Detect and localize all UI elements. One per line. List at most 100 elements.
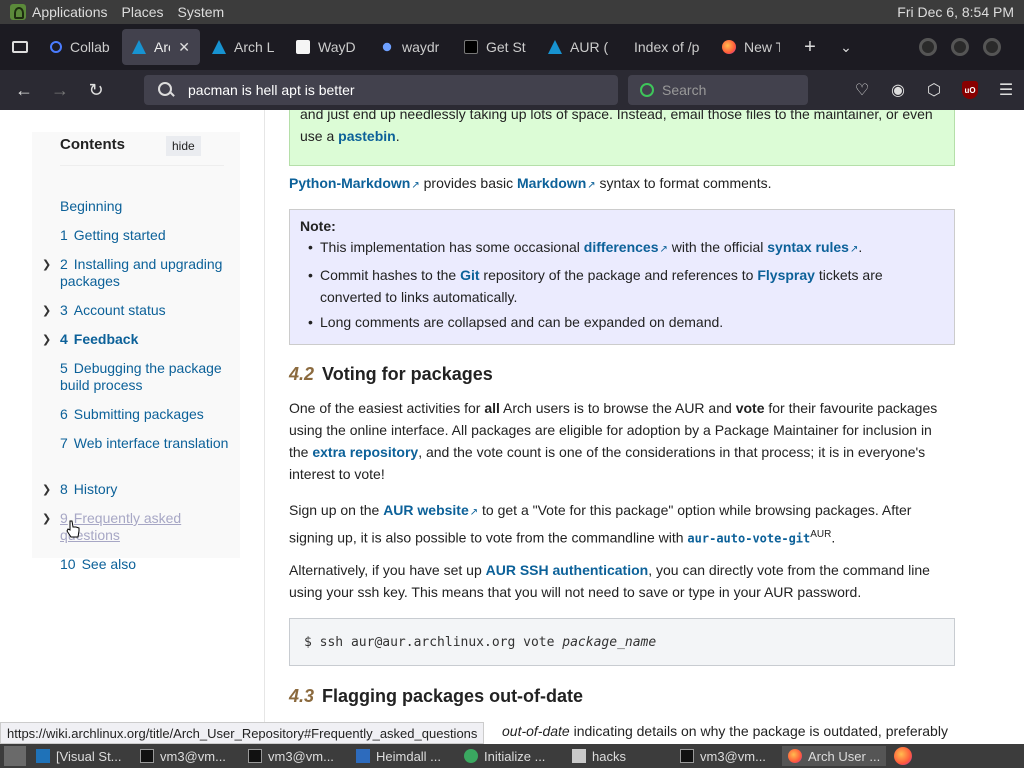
tab-new[interactable]: New T xyxy=(712,29,790,65)
italic-text: out-of-date xyxy=(502,723,570,739)
forward-arrow-icon[interactable]: → xyxy=(42,75,78,105)
url-bar-value[interactable]: pacman is hell apt is better xyxy=(188,82,355,98)
menu-applications[interactable]: Applications xyxy=(32,4,108,20)
distro-logo-icon[interactable] xyxy=(10,4,26,20)
toc-item-getting-started[interactable]: 1 Getting started xyxy=(60,227,230,244)
toc-item-faq[interactable]: 9 Frequently asked questions xyxy=(60,510,230,544)
differences-link[interactable]: differences xyxy=(584,239,668,255)
tab-arch-linux[interactable]: Arch L xyxy=(202,29,284,65)
search-icon xyxy=(50,41,62,53)
show-desktop-icon[interactable] xyxy=(4,746,26,766)
arch-icon xyxy=(132,40,146,54)
taskbar-item-heimdall[interactable]: Heimdall ... xyxy=(350,746,454,766)
git-link[interactable]: Git xyxy=(460,267,479,283)
flyspray-link[interactable]: Flyspray xyxy=(757,267,815,283)
taskbar-item-firefox[interactable]: Arch User ... xyxy=(782,746,886,766)
toc-hide-button[interactable]: hide xyxy=(166,136,201,156)
taskbar-item-terminal-2[interactable]: vm3@vm... xyxy=(242,746,346,766)
toc-item-number: 8 xyxy=(60,481,68,497)
taskbar-item-terminal-3[interactable]: vm3@vm... xyxy=(674,746,778,766)
tab-get-started[interactable]: Get St xyxy=(454,29,536,65)
tab-wayd[interactable]: WayD xyxy=(286,29,368,65)
firefox-launcher-icon[interactable] xyxy=(894,747,912,765)
search-input[interactable]: Search xyxy=(628,75,808,105)
toc-item-installing[interactable]: 2 Installing and upgrading packages xyxy=(60,256,230,290)
maximize-button[interactable] xyxy=(951,38,969,56)
tab-overview-button[interactable] xyxy=(0,24,40,70)
close-icon[interactable]: ✕ xyxy=(178,39,190,56)
voting-paragraph: One of the easiest activities for all Ar… xyxy=(289,397,955,485)
taskbar-label: vm3@vm... xyxy=(700,748,766,764)
toc-item-history[interactable]: 8 History xyxy=(60,481,230,498)
taskbar-item-terminal-1[interactable]: vm3@vm... xyxy=(134,746,238,766)
toc-item-number: 2 xyxy=(60,256,68,272)
extra-repository-link[interactable]: extra repository xyxy=(312,444,418,460)
terminal-icon xyxy=(140,749,154,763)
top-panel: Applications Places System Fri Dec 6, 8:… xyxy=(0,0,1024,24)
bold-text: vote xyxy=(735,400,765,416)
note-text: Commit hashes to the xyxy=(320,267,461,283)
aur-ssh-auth-link[interactable]: AUR SSH authentication xyxy=(486,562,649,578)
toc-item-translation[interactable]: 7 Web interface translation xyxy=(60,435,230,452)
flagging-paragraph: out-of-date indicating details on why th… xyxy=(502,720,962,742)
toc-item-number: 7 xyxy=(60,435,68,451)
firefox-icon xyxy=(788,749,802,763)
taskbar-label: [Visual St... xyxy=(56,748,122,764)
code-block: $ ssh aur@aur.archlinux.org vote package… xyxy=(289,618,955,666)
toc-item-feedback[interactable]: 4 Feedback xyxy=(60,331,230,348)
taskbar-item-initialize[interactable]: Initialize ... xyxy=(458,746,562,766)
chevron-right-icon[interactable]: ❯ xyxy=(42,333,51,346)
text-editor-icon xyxy=(356,749,370,763)
tab-aur[interactable]: AUR ( xyxy=(538,29,622,65)
url-bar[interactable]: pacman is hell apt is better xyxy=(144,75,618,105)
toc-item-submitting[interactable]: 6 Submitting packages xyxy=(60,406,230,423)
new-tab-plus-icon[interactable]: + xyxy=(792,36,828,59)
arch-icon xyxy=(548,40,562,54)
toc-item-see-also[interactable]: 10 See also xyxy=(60,556,230,573)
ublock-icon[interactable]: uO xyxy=(952,75,988,105)
tab-waydroid[interactable]: waydr xyxy=(370,29,452,65)
note-text: Long comments are collapsed and can be e… xyxy=(320,314,724,330)
chevron-down-icon[interactable]: ⌄ xyxy=(828,39,864,56)
toc-item-beginning[interactable]: Beginning xyxy=(60,198,230,215)
chevron-right-icon[interactable]: ❯ xyxy=(42,483,51,496)
section-title: Voting for packages xyxy=(322,364,493,384)
minimize-button[interactable] xyxy=(919,38,937,56)
toc-item-account-status[interactable]: 3 Account status xyxy=(60,302,230,319)
aur-auto-vote-link[interactable]: aur-auto-vote-git xyxy=(687,532,810,546)
python-markdown-link[interactable]: Python-Markdown xyxy=(289,175,420,191)
chevron-right-icon[interactable]: ❯ xyxy=(42,258,51,271)
note-text: repository of the package and references… xyxy=(479,267,758,283)
reload-icon[interactable]: ↻ xyxy=(78,75,114,105)
chevron-right-icon[interactable]: ❯ xyxy=(42,512,51,525)
tab-strip: Collab Arch ✕ Arch L WayD waydr Get St AU… xyxy=(0,24,1024,70)
menu-system[interactable]: System xyxy=(178,4,225,20)
taskbar-item-vscode[interactable]: [Visual St... xyxy=(30,746,130,766)
hamburger-menu-icon[interactable]: ☰ xyxy=(988,75,1024,105)
green-app-icon xyxy=(464,749,478,763)
taskbar-label: vm3@vm... xyxy=(160,748,226,764)
folder-icon xyxy=(572,749,586,763)
taskbar-item-hacks[interactable]: hacks xyxy=(566,746,670,766)
pocket-icon[interactable]: ♡ xyxy=(844,75,880,105)
toc-separator xyxy=(60,165,224,166)
back-arrow-icon[interactable]: ← xyxy=(6,75,42,105)
markdown-link[interactable]: Markdown xyxy=(517,175,596,191)
syntax-rules-link[interactable]: syntax rules xyxy=(767,239,858,255)
chevron-right-icon[interactable]: ❯ xyxy=(42,304,51,317)
globe-icon xyxy=(382,42,392,52)
close-window-button[interactable] xyxy=(983,38,1001,56)
toc-item-debugging[interactable]: 5 Debugging the package build process xyxy=(60,360,230,394)
toc-item-number: 1 xyxy=(60,227,68,243)
link-status-tooltip: https://wiki.archlinux.org/title/Arch_Us… xyxy=(0,722,485,744)
aur-website-link[interactable]: AUR website xyxy=(383,502,478,518)
clock[interactable]: Fri Dec 6, 8:54 PM xyxy=(897,4,1014,20)
extensions-icon[interactable]: ⬡ xyxy=(916,75,952,105)
tab-arch-active[interactable]: Arch ✕ xyxy=(122,29,200,65)
account-icon[interactable]: ◉ xyxy=(880,75,916,105)
menu-places[interactable]: Places xyxy=(122,4,164,20)
tab-index[interactable]: Index of /p xyxy=(624,29,710,65)
pastebin-link[interactable]: pastebin xyxy=(338,128,396,144)
tab-collab[interactable]: Collab xyxy=(40,29,120,65)
note-bullet: Commit hashes to the Git repository of t… xyxy=(300,264,944,308)
